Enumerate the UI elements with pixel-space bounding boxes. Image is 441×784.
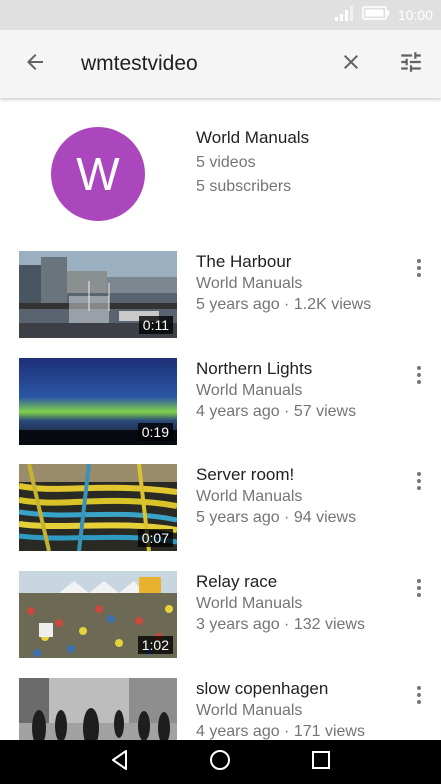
video-info: Server room! World Manuals 5 years ago ·… bbox=[196, 464, 396, 528]
video-duration: 0:19 bbox=[137, 423, 173, 441]
channel-info: World Manuals 5 videos 5 subscribers bbox=[196, 128, 309, 199]
video-info: Relay race World Manuals 3 years ago · 1… bbox=[196, 571, 396, 635]
channel-result[interactable]: W World Manuals 5 videos 5 subscribers bbox=[0, 98, 441, 238]
more-vert-icon bbox=[416, 365, 422, 389]
search-query[interactable]: wmtestvideo bbox=[81, 52, 323, 76]
more-vert-icon bbox=[416, 258, 422, 282]
triangle-back-icon bbox=[109, 749, 131, 776]
filter-button[interactable] bbox=[383, 36, 439, 92]
system-nav-bar bbox=[0, 740, 441, 784]
video-meta: 5 years ago · 1.2K views bbox=[196, 296, 372, 313]
video-item[interactable]: slow copenhagen World Manuals 4 years ag… bbox=[0, 678, 441, 740]
channel-video-count: 5 videos bbox=[196, 154, 256, 171]
video-title: The Harbour bbox=[196, 252, 292, 271]
nav-home-button[interactable] bbox=[198, 740, 242, 784]
video-duration: 1:02 bbox=[137, 636, 173, 654]
more-vert-icon bbox=[416, 578, 422, 602]
close-icon bbox=[339, 50, 363, 79]
more-options-button[interactable] bbox=[404, 682, 434, 712]
video-channel: World Manuals bbox=[196, 595, 303, 612]
video-item[interactable]: 0:07 Server room! World Manuals 5 years … bbox=[0, 464, 441, 564]
nav-back-button[interactable] bbox=[98, 740, 142, 784]
channel-avatar[interactable]: W bbox=[51, 127, 145, 221]
video-info: The Harbour World Manuals 5 years ago · … bbox=[196, 251, 396, 315]
circle-home-icon bbox=[209, 749, 231, 776]
signal-icon bbox=[334, 5, 354, 26]
battery-icon bbox=[362, 5, 390, 25]
more-options-button[interactable] bbox=[404, 468, 434, 498]
video-title: Northern Lights bbox=[196, 359, 313, 378]
channel-subscriber-count: 5 subscribers bbox=[196, 178, 292, 195]
video-meta: 4 years ago · 57 views bbox=[196, 403, 357, 420]
more-options-button[interactable] bbox=[404, 575, 434, 605]
video-channel: World Manuals bbox=[196, 275, 303, 292]
video-title: Server room! bbox=[196, 465, 295, 484]
video-item[interactable]: 0:11 The Harbour World Manuals 5 years a… bbox=[0, 251, 441, 351]
video-title: Relay race bbox=[196, 572, 278, 591]
video-meta: 5 years ago · 94 views bbox=[196, 509, 357, 526]
video-channel: World Manuals bbox=[196, 488, 303, 505]
video-title: slow copenhagen bbox=[196, 679, 329, 698]
video-channel: World Manuals bbox=[196, 382, 303, 399]
search-bar: wmtestvideo bbox=[0, 30, 441, 98]
nav-recents-button[interactable] bbox=[299, 740, 343, 784]
more-options-button[interactable] bbox=[404, 362, 434, 392]
square-recents-icon bbox=[311, 750, 331, 775]
video-thumbnail[interactable]: 1:02 bbox=[19, 571, 177, 658]
video-duration: 0:07 bbox=[137, 529, 173, 547]
channel-name: World Manuals bbox=[196, 128, 310, 147]
video-info: slow copenhagen World Manuals 4 years ag… bbox=[196, 678, 396, 740]
video-info: Northern Lights World Manuals 4 years ag… bbox=[196, 358, 396, 422]
video-thumbnail[interactable]: 0:07 bbox=[19, 464, 177, 551]
back-button[interactable] bbox=[7, 36, 63, 92]
tune-icon bbox=[398, 49, 424, 80]
more-options-button[interactable] bbox=[404, 255, 434, 285]
clear-search-button[interactable] bbox=[323, 36, 379, 92]
video-thumbnail[interactable] bbox=[19, 678, 177, 740]
video-item[interactable]: 0:19 Northern Lights World Manuals 4 yea… bbox=[0, 358, 441, 458]
more-vert-icon bbox=[416, 471, 422, 495]
video-meta: 3 years ago · 132 views bbox=[196, 616, 365, 633]
video-meta: 4 years ago · 171 views bbox=[196, 723, 365, 740]
video-thumbnail[interactable]: 0:11 bbox=[19, 251, 177, 338]
video-duration: 0:11 bbox=[138, 316, 173, 334]
video-channel: World Manuals bbox=[196, 702, 303, 719]
results-list: W World Manuals 5 videos 5 subscribers 0… bbox=[0, 98, 441, 740]
arrow-back-icon bbox=[23, 50, 47, 79]
screen: 10:00 wmtestvideo W World Manuals 5 vide… bbox=[0, 0, 441, 784]
status-bar: 10:00 bbox=[0, 0, 441, 30]
video-item[interactable]: 1:02 Relay race World Manuals 3 years ag… bbox=[0, 571, 441, 671]
status-time: 10:00 bbox=[397, 7, 433, 23]
more-vert-icon bbox=[416, 685, 422, 709]
video-thumbnail[interactable]: 0:19 bbox=[19, 358, 177, 445]
